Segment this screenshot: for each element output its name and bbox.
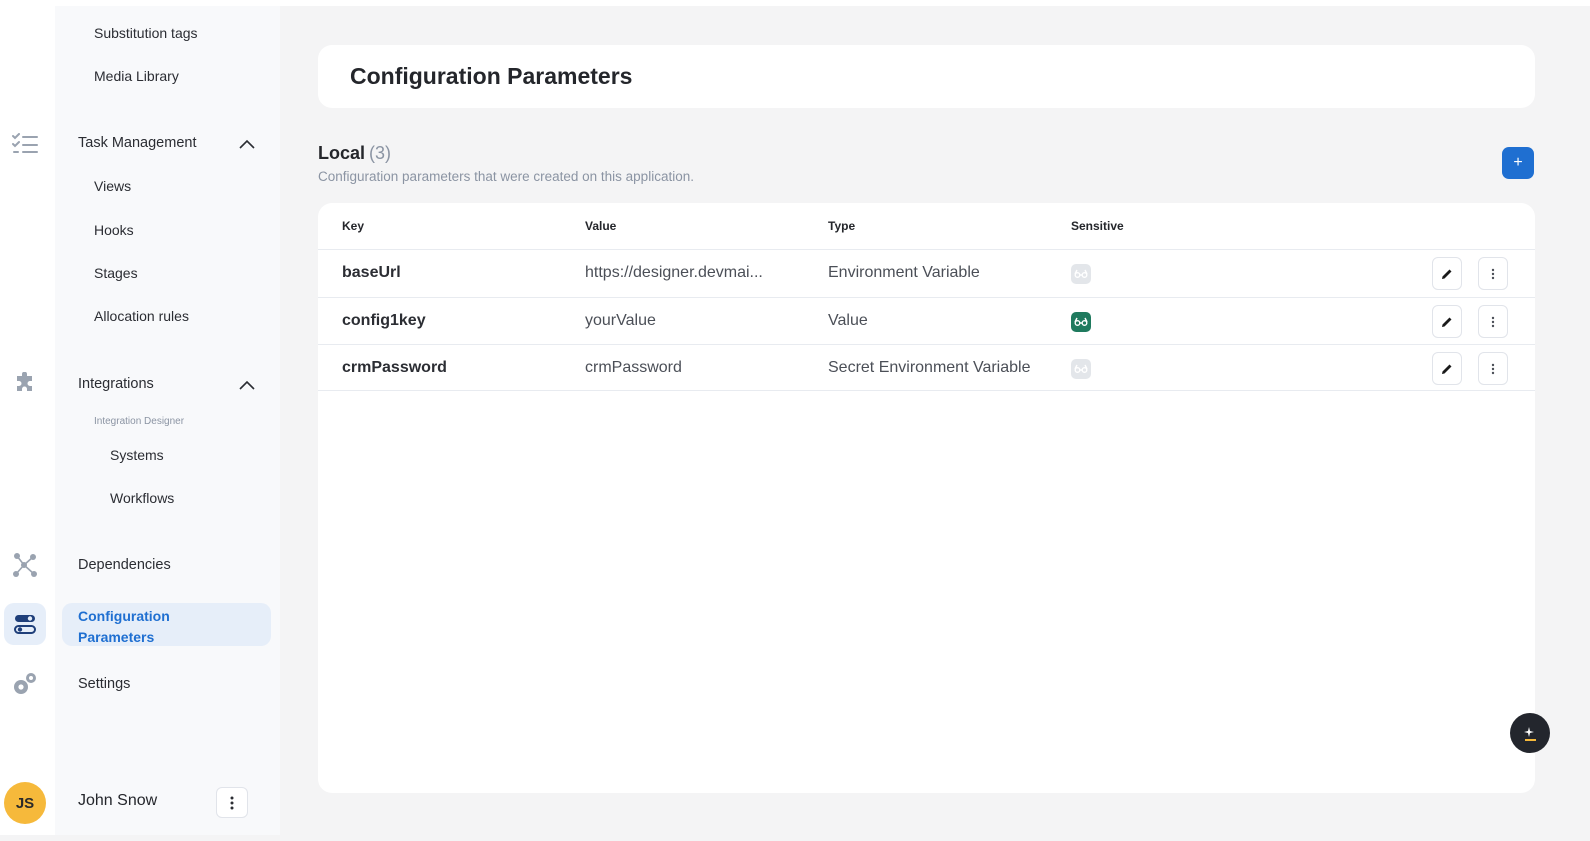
cell-value: yourValue (585, 312, 656, 329)
column-header-type: Type (828, 219, 856, 233)
more-vertical-icon (1491, 316, 1495, 327)
nav-item-label: Configuration Parameters (78, 608, 170, 645)
more-vertical-icon (230, 796, 234, 809)
cell-key: config1key (342, 312, 426, 329)
task-list-icon[interactable] (4, 123, 46, 165)
chevron-up-icon[interactable] (238, 138, 256, 150)
sparkle-icon (1524, 727, 1536, 741)
nav-item-stages[interactable]: Stages (94, 265, 138, 281)
avatar[interactable]: JS (4, 782, 46, 824)
nav-item-allocation-rules[interactable]: Allocation rules (94, 308, 189, 324)
nav-item-systems[interactable]: Systems (110, 447, 164, 463)
cell-value: crmPassword (585, 359, 682, 376)
nav-item-configuration-parameters[interactable]: Configuration Parameters (62, 603, 271, 646)
column-header-sensitive: Sensitive (1071, 219, 1124, 233)
assistant-button[interactable] (1510, 713, 1550, 753)
page-title: Configuration Parameters (350, 63, 633, 89)
cell-key: crmPassword (342, 359, 447, 376)
parameters-table: Key Value Type Sensitive baseUrl https:/… (318, 203, 1535, 793)
chevron-up-icon[interactable] (238, 379, 256, 391)
section-count: (3) (369, 143, 392, 163)
pencil-icon (1442, 269, 1452, 279)
section-title-text: Local (318, 143, 366, 163)
column-header-key: Key (342, 219, 365, 233)
nav-item-dependencies[interactable]: Dependencies (78, 557, 171, 573)
nav-item-workflows[interactable]: Workflows (110, 490, 174, 506)
icon-rail: JS (0, 6, 55, 835)
sensitive-off-icon (1071, 264, 1091, 284)
add-parameter-button[interactable]: + (1502, 147, 1534, 179)
nav-item-hooks[interactable]: Hooks (94, 222, 134, 238)
nav-item-views[interactable]: Views (94, 178, 131, 194)
gears-icon[interactable] (4, 663, 46, 705)
user-menu-button[interactable] (216, 787, 248, 818)
section-description: Configuration parameters that were creat… (318, 169, 694, 184)
edit-button[interactable] (1432, 305, 1462, 338)
table-row[interactable]: baseUrl https://designer.devmai... Envir… (318, 249, 1535, 296)
sensitive-on-icon (1071, 312, 1091, 332)
section-title: Local (3) (318, 143, 391, 164)
edit-button[interactable] (1432, 257, 1462, 290)
pencil-icon (1442, 364, 1452, 374)
network-icon[interactable] (4, 544, 46, 586)
nav-caption-integration-designer: Integration Designer (94, 416, 185, 427)
row-menu-button[interactable] (1478, 305, 1508, 338)
table-row[interactable]: crmPassword crmPassword Secret Environme… (318, 344, 1535, 391)
nav-item-substitution-tags[interactable]: Substitution tags (94, 25, 198, 41)
puzzle-icon[interactable] (4, 363, 46, 405)
row-menu-button[interactable] (1478, 257, 1508, 290)
sensitive-off-icon (1071, 359, 1091, 379)
row-menu-button[interactable] (1478, 352, 1508, 385)
page-header: Configuration Parameters (318, 45, 1535, 108)
cell-type: Environment Variable (828, 264, 980, 281)
nav-item-media-library[interactable]: Media Library (94, 68, 179, 84)
nav-item-settings[interactable]: Settings (78, 676, 130, 692)
table-row[interactable]: config1key yourValue Value (318, 297, 1535, 344)
cell-type: Secret Environment Variable (828, 359, 1031, 376)
pencil-icon (1442, 317, 1452, 327)
more-vertical-icon (1491, 268, 1495, 279)
cell-type: Value (828, 312, 868, 329)
user-name: John Snow (78, 792, 158, 809)
nav-section-integrations[interactable]: Integrations (78, 376, 154, 392)
nav-section-task-management[interactable]: Task Management (78, 135, 196, 151)
cell-key: baseUrl (342, 264, 401, 281)
toggles-icon[interactable] (4, 603, 46, 645)
edit-button[interactable] (1432, 352, 1462, 385)
more-vertical-icon (1491, 363, 1495, 374)
column-header-value: Value (585, 219, 617, 233)
cell-value: https://designer.devmai... (585, 264, 763, 281)
